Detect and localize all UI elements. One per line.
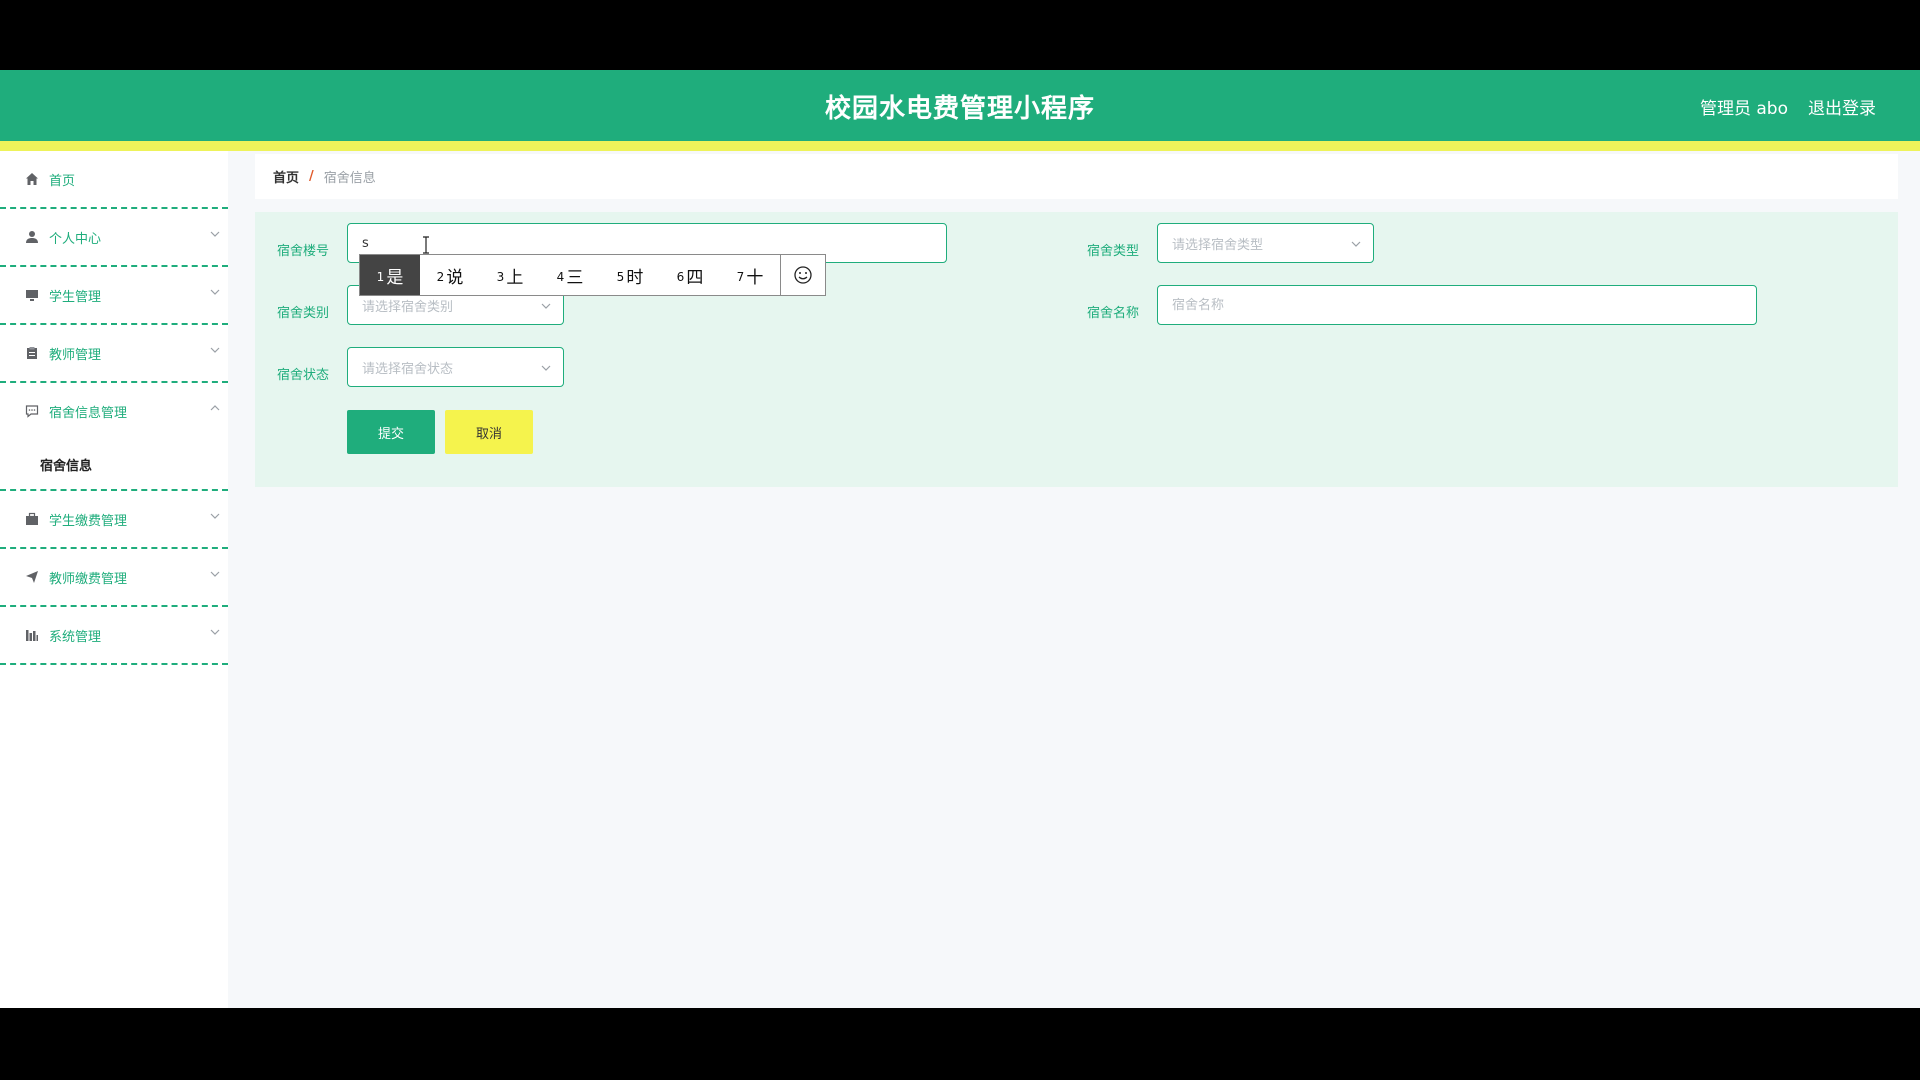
sidebar-item-label: 宿舍信息管理 [49, 405, 128, 421]
chevron-down-icon [210, 513, 220, 519]
ime-candidate[interactable]: 6四 [660, 255, 720, 295]
submit-button[interactable]: 提交 [347, 410, 435, 454]
sidebar-group-dorm-info: 宿舍信息管理 宿舍信息 [0, 383, 228, 491]
select-placeholder: 请选择宿舍状态 [362, 361, 454, 377]
chevron-up-icon [210, 405, 220, 411]
select-placeholder: 请选择宿舍类型 [1172, 237, 1264, 253]
sidebar-item-label: 教师管理 [49, 347, 102, 363]
dorm-status-select[interactable]: 请选择宿舍状态 [347, 347, 564, 387]
top-header: 校园水电费管理小程序 管理员 abo 退出登录 [0, 70, 1920, 141]
text-cursor-icon [423, 236, 429, 254]
select-placeholder: 请选择宿舍类别 [362, 299, 454, 315]
comment-icon [24, 403, 40, 419]
chevron-down-icon [541, 365, 551, 371]
cancel-button[interactable]: 取消 [445, 410, 533, 454]
chevron-down-icon [1351, 241, 1361, 247]
dorm-type-select[interactable]: 请选择宿舍类型 [1157, 223, 1374, 263]
ime-candidate[interactable]: 2说 [420, 255, 480, 295]
ime-candidate[interactable]: 1是 [360, 255, 420, 295]
breadcrumb-current: 宿舍信息 [323, 171, 376, 186]
chevron-down-icon [210, 347, 220, 353]
breadcrumb-separator: / [309, 169, 314, 184]
sidebar-item-teacher-management[interactable]: 教师管理 [0, 325, 228, 383]
breadcrumb: 首页 / 宿舍信息 [255, 154, 1898, 199]
app-title: 校园水电费管理小程序 [824, 94, 1095, 124]
sidebar-item-student-payment[interactable]: 学生缴费管理 [0, 491, 228, 549]
chevron-down-icon [210, 571, 220, 577]
ime-candidate[interactable]: 7十 [720, 255, 780, 295]
logout-button[interactable]: 退出登录 [1808, 94, 1876, 119]
chevron-down-icon [210, 629, 220, 635]
sidebar-item-dorm-info-management[interactable]: 宿舍信息管理 [0, 383, 228, 439]
briefcase-icon [24, 511, 40, 527]
smiley-icon[interactable] [780, 255, 825, 295]
sidebar-item-label: 学生管理 [49, 289, 102, 305]
building-label: 宿舍楼号 [276, 244, 329, 259]
name-label: 宿舍名称 [1086, 306, 1139, 321]
ime-candidate-popup: 1是 2说 3上 4三 5时 6四 7十 [359, 254, 826, 296]
header-accent-stripe [0, 141, 1920, 151]
chart-icon [24, 627, 40, 643]
breadcrumb-home[interactable]: 首页 [273, 167, 299, 186]
ime-candidate[interactable]: 4三 [540, 255, 600, 295]
sidebar-item-personal-center[interactable]: 个人中心 [0, 209, 228, 267]
type-label: 宿舍类型 [1086, 244, 1139, 259]
ime-candidate[interactable]: 5时 [600, 255, 660, 295]
send-icon [24, 569, 40, 585]
sidebar-item-label: 首页 [49, 173, 76, 189]
sidebar-item-teacher-payment[interactable]: 教师缴费管理 [0, 549, 228, 607]
sidebar-item-home[interactable]: 首页 [0, 151, 228, 209]
sidebar-subitem-dorm-info[interactable]: 宿舍信息 [0, 439, 228, 489]
sidebar-item-label: 学生缴费管理 [49, 513, 128, 529]
status-label: 宿舍状态 [276, 368, 329, 383]
sidebar-item-system-management[interactable]: 系统管理 [0, 607, 228, 665]
sidebar-item-student-management[interactable]: 学生管理 [0, 267, 228, 325]
app-window: 校园水电费管理小程序 管理员 abo 退出登录 首页 个人中心 学生管理 教师管… [0, 70, 1920, 1008]
ime-candidate[interactable]: 3上 [480, 255, 540, 295]
sidebar: 首页 个人中心 学生管理 教师管理 宿舍信息管理 宿舍信息 学生缴费管理 教师缴… [0, 151, 228, 1008]
monitor-icon [24, 287, 40, 303]
category-label: 宿舍类别 [276, 306, 329, 321]
user-icon [24, 229, 40, 245]
clipboard-icon [24, 345, 40, 361]
chevron-down-icon [210, 289, 220, 295]
chevron-down-icon [541, 303, 551, 309]
chevron-down-icon [210, 231, 220, 237]
sidebar-item-label: 系统管理 [49, 629, 102, 645]
sidebar-item-label: 教师缴费管理 [49, 571, 128, 587]
home-icon [24, 171, 40, 187]
sidebar-item-label: 个人中心 [49, 231, 102, 247]
dorm-name-input[interactable] [1157, 285, 1757, 325]
admin-user-label: 管理员 abo [1699, 99, 1788, 119]
